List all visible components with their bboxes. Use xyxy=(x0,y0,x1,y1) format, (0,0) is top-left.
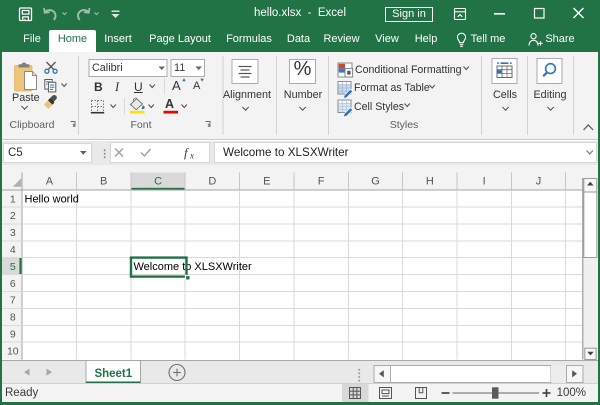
svg-text:H: H xyxy=(426,176,434,188)
svg-text:D: D xyxy=(208,176,216,188)
svg-text:5: 5 xyxy=(10,261,16,273)
svg-text:C: C xyxy=(154,176,162,188)
svg-text:9: 9 xyxy=(10,329,16,341)
svg-text:E: E xyxy=(263,176,270,188)
svg-text:B: B xyxy=(100,176,107,188)
svg-text:6: 6 xyxy=(10,278,16,290)
svg-text:I: I xyxy=(483,176,486,188)
svg-text:3: 3 xyxy=(10,227,16,239)
svg-text:x: x xyxy=(189,151,194,161)
svg-text:8: 8 xyxy=(10,312,16,324)
svg-text:7: 7 xyxy=(10,295,16,307)
svg-text:Sheet1: Sheet1 xyxy=(94,368,132,380)
svg-text:F: F xyxy=(318,176,325,188)
svg-text:J: J xyxy=(536,176,542,188)
svg-text:10: 10 xyxy=(7,345,19,357)
svg-text:Hello world: Hello world xyxy=(25,194,79,206)
svg-text:2: 2 xyxy=(10,210,16,222)
svg-text:G: G xyxy=(371,176,380,188)
svg-text:Welcome to XLSXWriter: Welcome to XLSXWriter xyxy=(134,261,253,273)
svg-text:1: 1 xyxy=(10,193,16,205)
svg-text:A: A xyxy=(46,176,54,188)
svg-text:4: 4 xyxy=(10,244,16,256)
